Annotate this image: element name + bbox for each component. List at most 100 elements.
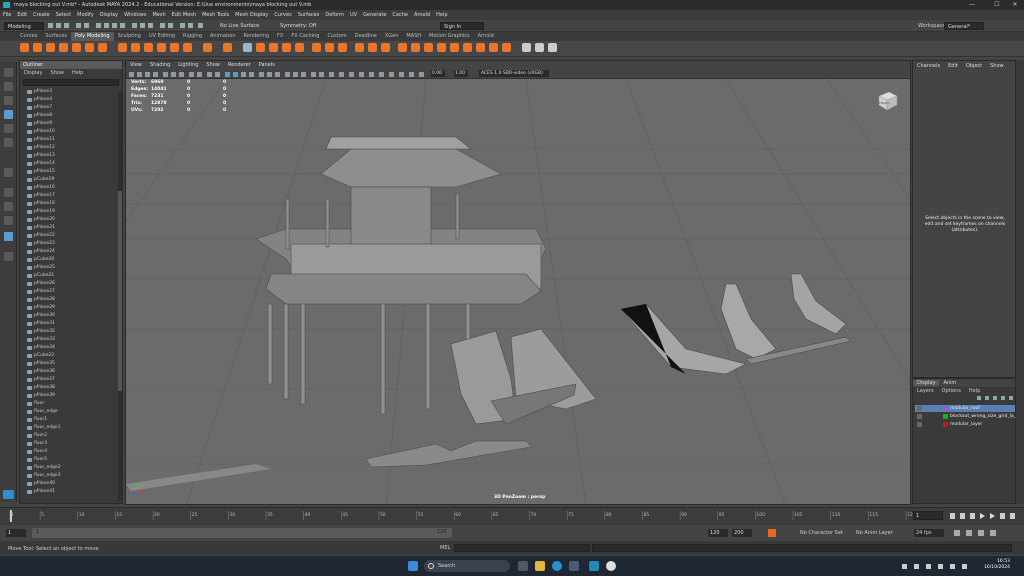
select-tool-icon[interactable]	[4, 68, 13, 77]
vp-menu-panels[interactable]: Panels	[255, 62, 279, 68]
shelf-tool-icon[interactable]	[424, 43, 433, 52]
outliner-item[interactable]: pPlane28	[20, 296, 122, 304]
shelf-tool-icon[interactable]	[170, 43, 179, 52]
outliner-item[interactable]: pPlane4	[20, 96, 122, 104]
tab-animation[interactable]: Animation	[206, 32, 240, 41]
outliner-scrollbar[interactable]	[118, 91, 122, 501]
outliner-item[interactable]: pPlane16	[20, 184, 122, 192]
shelf-tool-icon[interactable]	[183, 43, 192, 52]
outliner-menu-display[interactable]: Display	[20, 70, 46, 76]
outliner-item[interactable]: pPlane35	[20, 360, 122, 368]
tab-anim-layers[interactable]: Anim	[939, 380, 960, 386]
outliner-item[interactable]: pPlane38	[20, 384, 122, 392]
outliner-item[interactable]: pCube20	[20, 256, 122, 264]
menu-mesh[interactable]: Mesh	[149, 10, 168, 20]
signin-dropdown[interactable]: Sign In	[440, 22, 484, 30]
shelf-tool-icon[interactable]	[368, 43, 377, 52]
outliner-item[interactable]: pPlane8	[20, 112, 122, 120]
tab-fx-caching[interactable]: FX Caching	[287, 32, 323, 41]
maximize-button[interactable]: ☐	[990, 0, 1004, 10]
outliner-item[interactable]: pPlane34	[20, 344, 122, 352]
outliner-item[interactable]: pPlane18	[20, 200, 122, 208]
outliner-item[interactable]: floor_edge3	[20, 472, 122, 480]
outliner-item[interactable]: floor_edge2	[20, 464, 122, 472]
tab-surfaces[interactable]: Surfaces	[41, 32, 71, 41]
command-input[interactable]	[454, 544, 590, 552]
outliner-item[interactable]: pPlane40	[20, 480, 122, 488]
shelf-tool-icon[interactable]	[398, 43, 407, 52]
outliner-item[interactable]: pCube21	[20, 272, 122, 280]
tab-fx[interactable]: FX	[273, 32, 287, 41]
outliner-item[interactable]: floor_edge	[20, 408, 122, 416]
tab-poly-modeling[interactable]: Poly Modeling	[71, 32, 114, 41]
range-start-field[interactable]: 1	[6, 529, 26, 537]
outliner-item[interactable]: pPlane12	[20, 144, 122, 152]
channel-menu-show[interactable]: Show	[986, 63, 1008, 69]
menu-create[interactable]: Create	[30, 10, 53, 20]
shelf-tool-icon[interactable]	[522, 43, 531, 52]
shelf-tool-icon[interactable]	[489, 43, 498, 52]
channel-menu-channels[interactable]: Channels	[913, 63, 944, 69]
outliner-item[interactable]: floor1	[20, 416, 122, 424]
time-slider[interactable]: 1 5 10 15 20 25 30 35 40 45 50 55 60 65 70 75 80 85 90 95 10…	[0, 507, 1024, 525]
outliner-search-input[interactable]	[23, 79, 119, 86]
mode-dropdown[interactable]: Modeling	[4, 22, 44, 30]
shelf-tool-icon[interactable]	[98, 43, 107, 52]
tab-rendering[interactable]: Rendering	[240, 32, 274, 41]
menu-modify[interactable]: Modify	[74, 10, 97, 20]
unreal-icon[interactable]	[606, 561, 616, 571]
outliner-item[interactable]: pPlane14	[20, 160, 122, 168]
viewport-persp[interactable]: View Shading Lighting Show Renderer Panels 0.…	[125, 60, 911, 505]
tab-sculpting[interactable]: Sculpting	[114, 32, 145, 41]
lasso-tool-icon[interactable]	[4, 82, 13, 91]
outliner-item[interactable]: pPlane19	[20, 208, 122, 216]
shelf-tool-icon[interactable]	[535, 43, 544, 52]
outliner-item[interactable]: floor_edge1	[20, 424, 122, 432]
shelf-tool-icon[interactable]	[548, 43, 557, 52]
layer-menu-help[interactable]: Help	[965, 388, 984, 394]
shelf-tool-icon[interactable]	[355, 43, 364, 52]
menu-surfaces[interactable]: Surfaces	[295, 10, 323, 20]
shelf-tool-icon[interactable]	[59, 43, 68, 52]
shelf-tool-icon[interactable]	[463, 43, 472, 52]
live-surface-label[interactable]: No Live Surface	[220, 22, 262, 30]
range-bar[interactable]: 1 120	[32, 528, 452, 538]
single-pane-layout-icon[interactable]	[4, 188, 13, 197]
maya-taskbar-icon[interactable]	[589, 561, 599, 571]
menu-help[interactable]: Help	[433, 10, 450, 20]
shelf-tool-icon[interactable]	[476, 43, 485, 52]
outliner-item[interactable]: floor2	[20, 432, 122, 440]
mel-label[interactable]: MEL	[440, 544, 452, 552]
tab-display-layers[interactable]: Display	[913, 380, 940, 386]
menu-cache[interactable]: Cache	[389, 10, 411, 20]
shelf-tool-icon[interactable]	[203, 43, 212, 52]
edge-icon[interactable]	[552, 561, 562, 571]
menu-uv[interactable]: UV	[347, 10, 360, 20]
outliner-item[interactable]: pPlane33	[20, 336, 122, 344]
menu-generate[interactable]: Generate	[360, 10, 389, 20]
right-sidebar-tabs[interactable]	[1016, 60, 1024, 504]
store-icon[interactable]	[569, 561, 579, 571]
layer-menu-layers[interactable]: Layers	[913, 388, 938, 394]
tab-deadline[interactable]: Deadline	[351, 32, 381, 41]
vp-menu-show[interactable]: Show	[202, 62, 224, 68]
outliner-item[interactable]: pPlane7	[20, 104, 122, 112]
outliner-item[interactable]: pCube22	[20, 352, 122, 360]
layer-color-swatch[interactable]	[943, 422, 948, 427]
outliner-item[interactable]: pPlane25	[20, 264, 122, 272]
outliner-item[interactable]: pPlane29	[20, 304, 122, 312]
animation-end-field[interactable]: 200	[732, 529, 752, 537]
outliner-item[interactable]: pPlane20	[20, 216, 122, 224]
layer-visibility-toggle[interactable]	[917, 406, 922, 411]
tab-custom[interactable]: Custom	[323, 32, 350, 41]
shelf-tool-icon[interactable]	[144, 43, 153, 52]
layer-color-swatch[interactable]	[943, 414, 948, 419]
exposure-field[interactable]: 0.00	[431, 70, 445, 77]
shelf-tool-icon[interactable]	[381, 43, 390, 52]
search-icon[interactable]	[4, 252, 13, 261]
shelf-tool-icon[interactable]	[20, 43, 29, 52]
shelf-tool-icon[interactable]	[118, 43, 127, 52]
character-set-dropdown[interactable]: No Character Set	[800, 529, 846, 537]
shelf-tool-icon[interactable]	[256, 43, 265, 52]
shelf-tool-icon[interactable]	[243, 43, 252, 52]
